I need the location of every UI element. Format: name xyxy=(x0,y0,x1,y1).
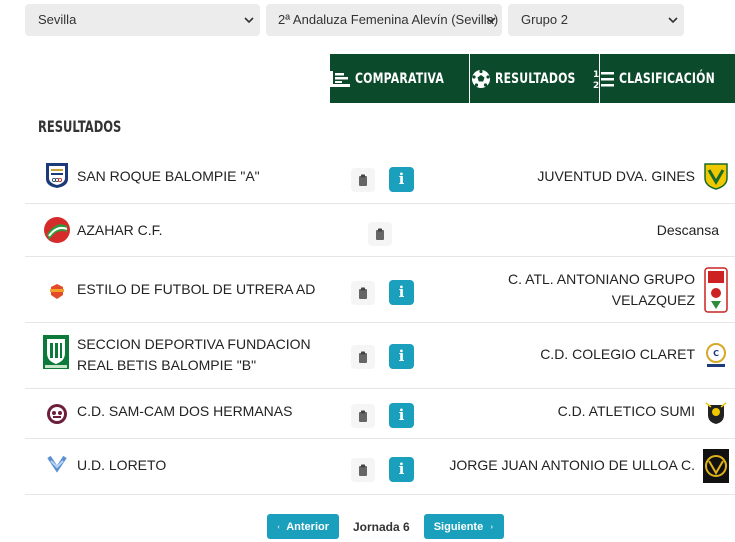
province-select-value: Sevilla xyxy=(38,12,77,27)
rest-label: Descansa xyxy=(656,222,719,238)
team-crest-icon xyxy=(704,267,728,313)
ranking-icon: 1 2 xyxy=(593,70,615,89)
match-info-button[interactable]: i xyxy=(389,280,414,305)
home-team-name[interactable]: AZAHAR C.F. xyxy=(77,220,327,241)
competition-select-value: 2ª Andaluza Femenina Alevín (Sevilla) xyxy=(278,12,499,27)
province-select[interactable]: Sevilla xyxy=(25,4,260,36)
team-crest-icon xyxy=(46,163,68,188)
team-crest-icon xyxy=(47,404,67,424)
tab-resultados-label: RESULTADOS xyxy=(494,70,576,87)
next-round-label: Siguiente xyxy=(433,520,484,533)
chevron-left-icon xyxy=(277,525,280,528)
soccer-ball-icon xyxy=(471,69,490,88)
chevron-down-icon xyxy=(244,17,254,24)
filter-bar: Sevilla 2ª Andaluza Femenina Alevín (Sev… xyxy=(25,4,690,36)
match-row: C.D. SAM-CAM DOS HERMANAS i C.D. ATLETIC… xyxy=(25,389,735,439)
match-row: SAN ROQUE BALOMPIE "A" i JUVENTUD DVA. G… xyxy=(25,150,735,204)
next-round-button[interactable]: Siguiente xyxy=(423,514,504,539)
comparison-icon xyxy=(330,70,351,87)
group-select-value: Grupo 2 xyxy=(521,12,568,27)
away-team-name[interactable]: C. ATL. ANTONIANO GRUPO VELAZQUEZ xyxy=(465,269,695,311)
round-label: Jornada 6 xyxy=(353,519,410,534)
team-crest-icon xyxy=(703,449,729,483)
match-info-button[interactable]: i xyxy=(389,457,414,482)
previous-round-label: Anterior xyxy=(286,520,329,533)
home-team-name[interactable]: ESTILO DE FUTBOL DE UTRERA AD xyxy=(77,279,327,300)
clipboard-icon[interactable] xyxy=(351,345,375,369)
away-team-name[interactable]: C.D. ATLETICO SUMI xyxy=(465,401,695,422)
clipboard-icon[interactable] xyxy=(351,281,375,305)
home-team-name[interactable]: SECCION DEPORTIVA FUNDACION REAL BETIS B… xyxy=(77,334,327,376)
group-select[interactable]: Grupo 2 xyxy=(508,4,684,36)
section-tabs: COMPARATIVA RESULTADOS 1 2 CLASIFICACIÓN xyxy=(330,54,735,103)
away-team-name[interactable]: JORGE JUAN ANTONIO DE ULLOA C. xyxy=(425,455,695,476)
previous-round-button[interactable]: Anterior xyxy=(267,514,339,539)
chevron-right-icon xyxy=(491,524,494,529)
clipboard-icon[interactable] xyxy=(351,168,375,192)
team-crest-icon xyxy=(43,335,69,369)
match-info-button[interactable]: i xyxy=(389,344,414,369)
team-crest-icon xyxy=(44,217,70,243)
clipboard-icon[interactable] xyxy=(368,222,392,246)
svg-text:C: C xyxy=(713,349,719,358)
match-list: SAN ROQUE BALOMPIE "A" i JUVENTUD DVA. G… xyxy=(25,150,735,495)
away-team-name[interactable]: C.D. COLEGIO CLARET xyxy=(465,344,695,365)
match-info-button[interactable]: i xyxy=(389,403,414,428)
home-team-name[interactable]: C.D. SAM-CAM DOS HERMANAS xyxy=(77,401,327,422)
away-team-name[interactable]: JUVENTUD DVA. GINES xyxy=(465,166,695,187)
match-row: ESTILO DE FUTBOL DE UTRERA AD i C. ATL. … xyxy=(25,257,735,323)
home-team-name[interactable]: U.D. LORETO xyxy=(77,455,327,476)
svg-text:2: 2 xyxy=(593,81,599,89)
home-team-name[interactable]: SAN ROQUE BALOMPIE "A" xyxy=(77,166,327,187)
team-crest-icon xyxy=(704,163,728,190)
clipboard-icon[interactable] xyxy=(351,404,375,428)
svg-text:1: 1 xyxy=(593,70,599,80)
team-crest-icon xyxy=(705,402,727,424)
match-row: SECCION DEPORTIVA FUNDACION REAL BETIS B… xyxy=(25,323,735,389)
tab-resultados[interactable]: RESULTADOS xyxy=(470,54,600,103)
tab-comparativa-label: COMPARATIVA xyxy=(355,70,445,87)
tab-clasificacion-label: CLASIFICACIÓN xyxy=(619,70,715,87)
competition-select[interactable]: 2ª Andaluza Femenina Alevín (Sevilla) xyxy=(266,4,502,36)
team-crest-icon: C xyxy=(706,343,726,367)
match-row: U.D. LORETO i JORGE JUAN ANTONIO DE ULLO… xyxy=(25,439,735,495)
tab-comparativa[interactable]: COMPARATIVA xyxy=(330,54,470,103)
match-row: AZAHAR C.F. Descansa xyxy=(25,204,735,257)
chevron-down-icon xyxy=(486,17,496,24)
clipboard-icon[interactable] xyxy=(351,458,375,482)
team-crest-icon xyxy=(50,284,64,299)
round-pager: Anterior Jornada 6 Siguiente xyxy=(267,514,504,539)
team-crest-icon xyxy=(47,455,67,473)
match-info-button[interactable]: i xyxy=(389,167,414,192)
tab-clasificacion[interactable]: 1 2 CLASIFICACIÓN xyxy=(593,54,735,103)
section-title: RESULTADOS xyxy=(38,117,122,136)
chevron-down-icon xyxy=(668,17,678,24)
